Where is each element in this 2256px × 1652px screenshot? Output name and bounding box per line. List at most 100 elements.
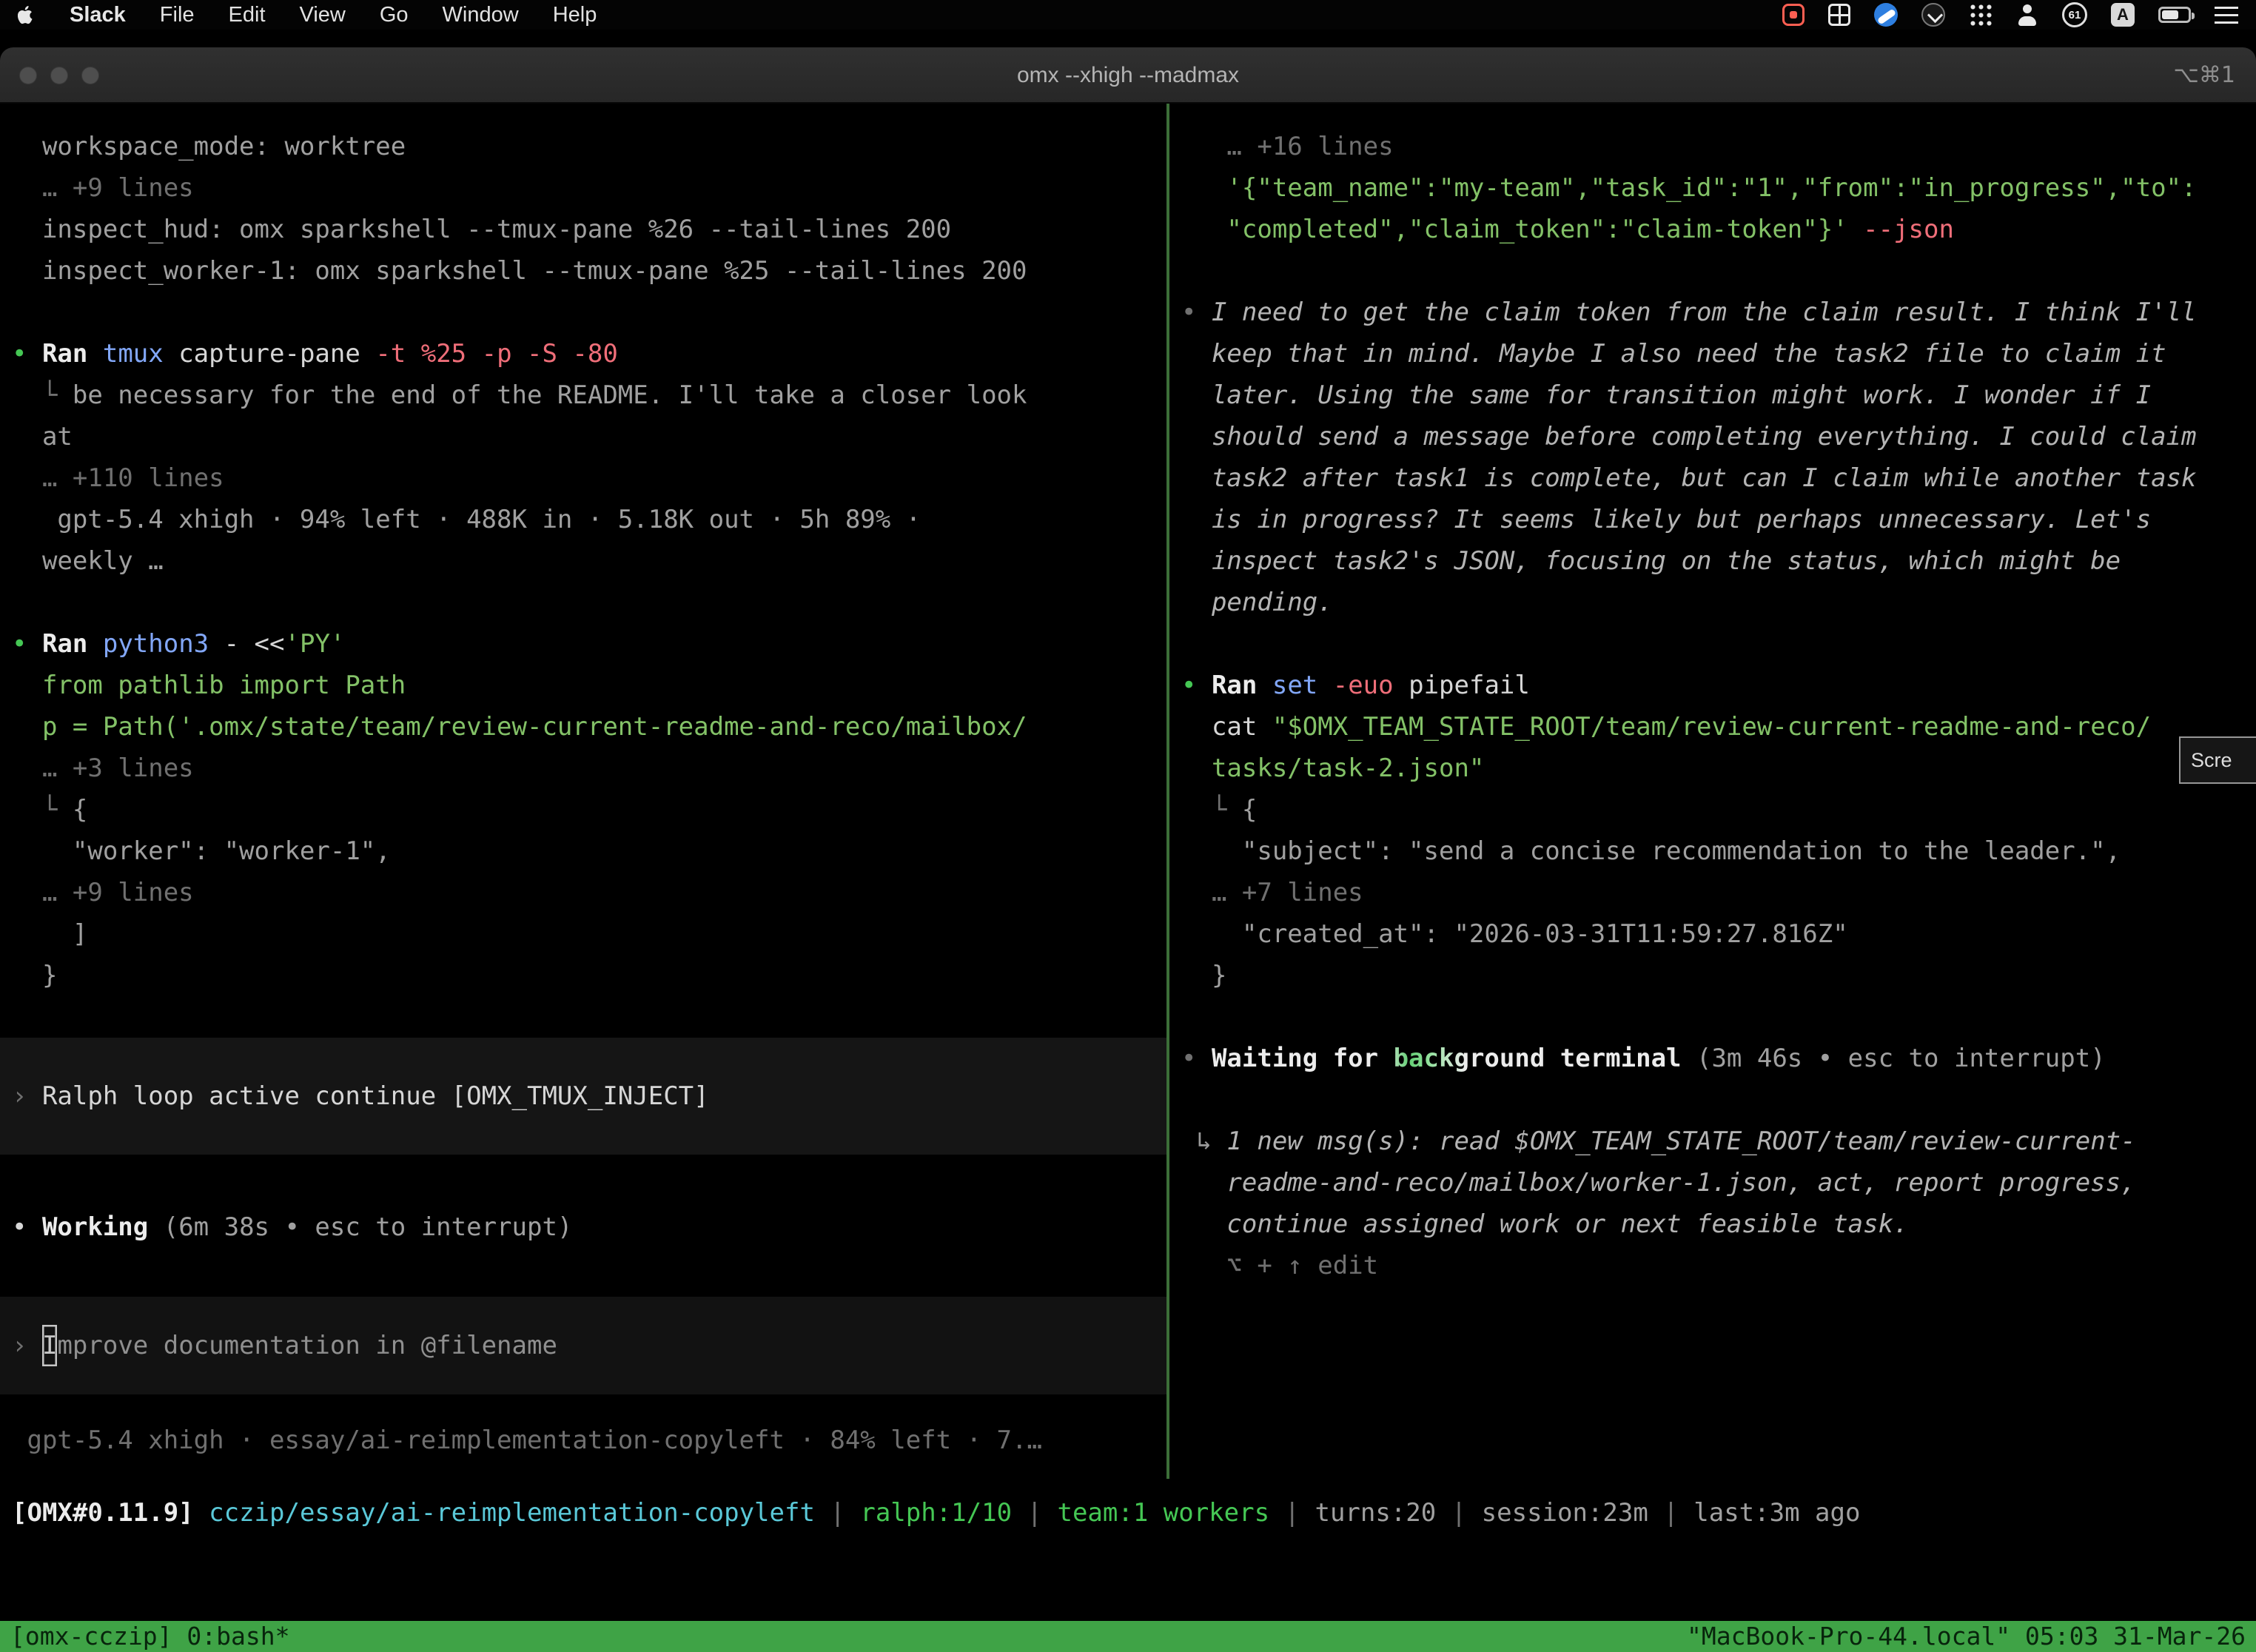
terminal-line: ] [12,913,1166,955]
text-segment: tasks/task-2.json" [1181,753,1484,783]
terminal-line: } [1181,955,2256,996]
terminal-line: • Ran python3 - <<'PY' [12,623,1166,665]
terminal-line: '{"team_name":"my-team","task_id":"1","f… [1181,167,2256,209]
terminal-line: from pathlib import Path [12,665,1166,706]
text-segment: Ralph loop active continue [OMX_TMUX_INJ… [42,1075,709,1117]
text-segment: mprove documentation in @filename [57,1325,557,1366]
text-segment: } [12,961,57,990]
text-segment: … +9 lines [12,173,194,203]
text-segment: inspect_worker-1: omx sparkshell --tmux-… [12,256,1027,286]
text-segment: I need to get the claim token from the c… [1212,298,2197,327]
text-segment: › [12,1075,42,1117]
text-segment: gpt-5.4 xhigh · 94% left · 488K in · 5.1… [12,505,921,534]
apple-menu-icon[interactable] [18,4,36,25]
tmux-session-window[interactable]: [omx-cczip] 0:bash* [10,1621,290,1652]
window-title: omx --xhigh --madmax [0,47,2256,104]
blue-app-icon[interactable] [1874,3,1898,27]
text-segment: ] [12,919,87,949]
text-segment: | [1269,1498,1315,1528]
menu-item-view[interactable]: View [300,3,346,27]
text-segment: { [1242,795,1257,825]
text-segment: should send a message before completing … [1181,422,2196,451]
text-segment: set [1272,671,1333,700]
text-segment: last:3m ago [1693,1498,1860,1528]
window-titlebar[interactable]: omx --xhigh --madmax ⌥⌘1 [0,47,2256,104]
input-source-icon[interactable]: A [2111,3,2135,27]
terminal-line: … +9 lines [12,872,1166,913]
text-segment: • [1181,671,1212,700]
text-segment: workspace_mode: worktree [12,132,406,161]
terminal-line [12,582,1166,623]
right-pane[interactable]: … +16 lines '{"team_name":"my-team","tas… [1169,104,2256,1652]
text-segment: ralph:1/10 [860,1498,1012,1528]
terminal-line: at [12,416,1166,457]
terminal-line: … +3 lines [12,748,1166,789]
text-segment: is in progress? It seems likely but perh… [1181,505,2151,534]
terminal-line: … +110 lines [12,457,1166,499]
left-pane[interactable]: workspace_mode: worktree … +9 lines insp… [0,104,1166,1652]
text-segment: be necessary for the end of the README. … [73,380,1027,410]
text-segment: at [12,422,73,451]
user-silhouette-icon[interactable] [2016,4,2038,26]
terminal-line: p = Path('.omx/state/team/review-current… [12,706,1166,748]
text-segment: { [73,795,87,825]
terminal-line: └ { [12,789,1166,830]
left-composer-input[interactable]: › Improve documentation in @filename [0,1297,1166,1394]
menu-item-window[interactable]: Window [443,3,519,27]
terminal-line: … +9 lines [12,167,1166,209]
text-segment: Waiting for background terminal [1212,1044,1682,1073]
window-shortcut-badge: ⌥⌘1 [2173,47,2235,104]
text-segment: | [1648,1498,1693,1528]
terminal-line: later. Using the same for transition mig… [1181,375,2256,416]
text-segment: ⌥ + ↑ edit [1181,1251,1378,1280]
active-app-name[interactable]: Slack [70,3,126,27]
left-model-status: gpt-5.4 xhigh · essay/ai-reimplementatio… [12,1420,1042,1461]
dots-grid-icon[interactable] [1969,3,1993,27]
terminal-line: … +7 lines [1181,872,2256,913]
macos-menu-bar: Slack File Edit View Go Window Help 61 A [0,0,2256,30]
text-segment: continue assigned work or next feasible … [1181,1209,1909,1239]
text-segment [194,1498,209,1528]
terminal-line: └ be necessary for the end of the README… [12,375,1166,416]
terminal-line: • Waiting for background terminal (3m 46… [1181,1038,2256,1079]
terminal-line: continue assigned work or next feasible … [1181,1203,2256,1245]
menu-item-file[interactable]: File [160,3,195,27]
menu-item-edit[interactable]: Edit [229,3,266,27]
text-segment: turns:20 [1315,1498,1436,1528]
menu-bar-left: Slack File Edit View Go Window Help [18,3,597,27]
text-segment: from pathlib import Path [12,671,406,700]
terminal-line: └ { [1181,789,2256,830]
text-segment: ↳ [1181,1126,1226,1156]
tmux-status-bar: [omx-cczip] 0:bash* "MacBook-Pro-44.loca… [0,1621,2256,1652]
battery-icon[interactable] [2158,7,2191,23]
terminal-line: keep that in mind. Maybe I also need the… [1181,333,2256,375]
dark-app-icon[interactable] [1921,3,1945,27]
text-segment: • [1181,1044,1212,1073]
terminal-line [1181,996,2256,1038]
text-segment: • [12,629,42,659]
battery-percent-icon[interactable]: 61 [2062,2,2087,27]
terminal-line: ↳ 1 new msg(s): read $OMX_TEAM_STATE_ROO… [1181,1121,2256,1162]
text-segment: "worker": "worker-1", [12,836,391,866]
text-segment: [OMX#0.11.9] [12,1498,194,1528]
menu-lines-icon[interactable] [2215,5,2238,25]
text-segment: p = Path('.omx/state/team/review-current… [12,712,1027,742]
screen-recording-icon[interactable] [1782,4,1805,26]
text-segment: task2 after task1 is complete, but can I… [1181,463,2196,493]
menu-bar-status-icons: 61 A [1782,2,2238,27]
terminal-line: "completed","claim_token":"claim-token"}… [1181,209,2256,250]
menu-item-help[interactable]: Help [553,3,597,27]
terminal-line: • I need to get the claim token from the… [1181,292,2256,333]
terminal-line: weekly … [12,540,1166,582]
text-segment: • [12,339,42,369]
terminal-line [1181,1079,2256,1121]
text-segment: Ran [1212,671,1272,700]
terminal-content: workspace_mode: worktree … +9 lines insp… [0,104,2256,1652]
terminal-line: cat "$OMX_TEAM_STATE_ROOT/team/review-cu… [1181,706,2256,748]
text-segment: Working [42,1212,148,1242]
terminal-line: ⌥ + ↑ edit [1181,1245,2256,1286]
menu-item-go[interactable]: Go [380,3,409,27]
window-grid-icon[interactable] [1828,4,1850,26]
text-segment: inspect_hud: omx sparkshell --tmux-pane … [12,215,951,244]
text-segment: └ [12,795,73,825]
